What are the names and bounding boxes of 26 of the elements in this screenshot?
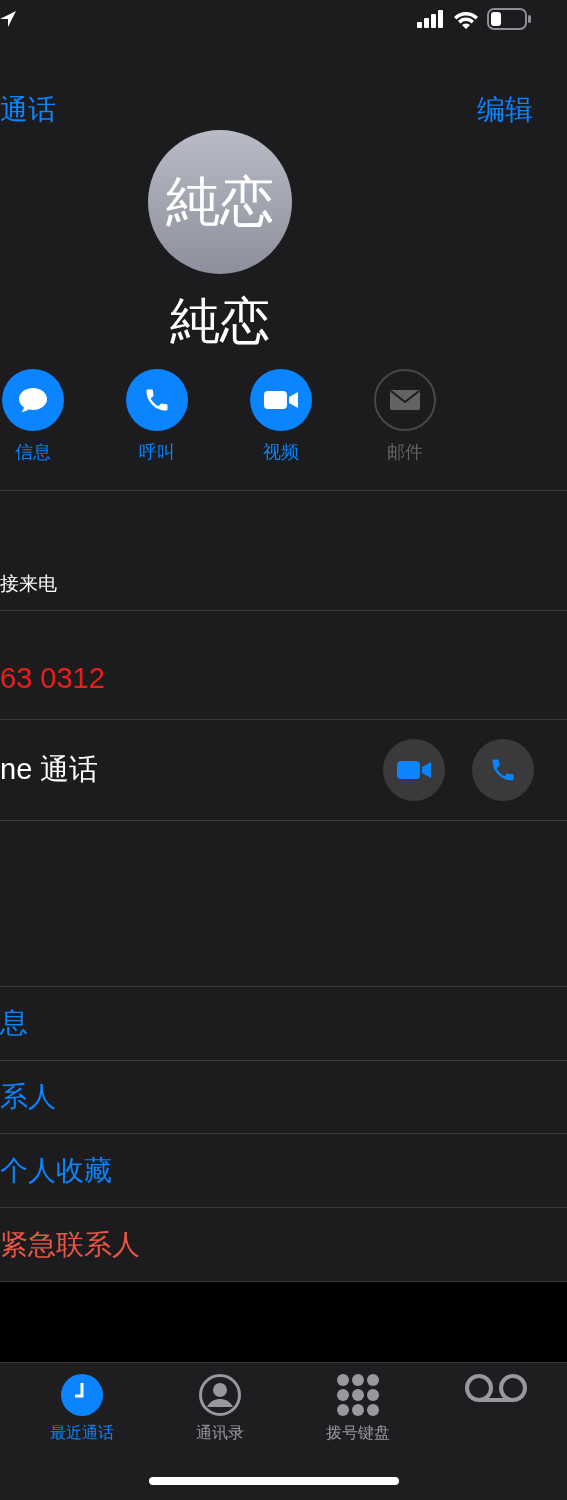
battery-icon <box>487 8 531 31</box>
person-circle-icon <box>198 1373 242 1417</box>
contact-action-link[interactable]: 个人收藏 <box>0 1149 112 1192</box>
wifi-icon <box>453 9 479 30</box>
action-button[interactable]: 信息 <box>0 368 95 466</box>
action-button[interactable]: 视频 <box>219 368 343 466</box>
tab-bar-item[interactable]: 最近通话 <box>13 1373 151 1447</box>
contact-avatar: 純恋 <box>148 129 292 274</box>
voicemail-icon <box>464 1373 528 1403</box>
action-button[interactable]: 呼叫 <box>95 368 219 466</box>
contact-action-link[interactable]: 紧急联系人 <box>0 1223 140 1266</box>
contact-name: 純恋 <box>170 291 270 351</box>
edit-button[interactable]: 编辑 <box>477 88 533 131</box>
contact-action-link[interactable]: 息 <box>0 1002 28 1045</box>
clock-icon <box>60 1373 104 1417</box>
tab-bar-item[interactable]: 拨号键盘 <box>289 1373 427 1447</box>
signal-icon <box>417 10 445 29</box>
speech-bubble-icon <box>17 385 49 414</box>
keypad-icon <box>336 1373 380 1417</box>
facetime-label: ne 通话 <box>0 751 99 787</box>
section-header: 接来电 <box>0 571 57 596</box>
phone-number: 63 0312 <box>0 661 105 697</box>
back-button[interactable]: 通话 <box>0 88 56 131</box>
contact-action-link[interactable]: 系人 <box>0 1076 56 1119</box>
tab-bar-item[interactable]: 通讯录 <box>151 1373 289 1447</box>
envelope-icon <box>389 387 421 412</box>
